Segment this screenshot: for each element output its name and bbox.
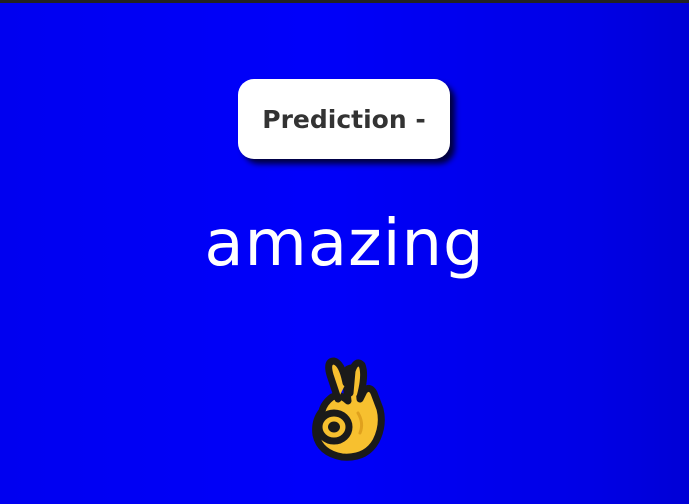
ok-hand-svg [312,357,385,461]
prediction-label-button[interactable]: Prediction - [238,79,450,159]
ok-hand-icon [300,353,390,463]
prediction-screen: Prediction - amazing [0,0,689,504]
prediction-word: amazing [204,207,485,281]
prediction-label-text: Prediction - [262,104,426,134]
